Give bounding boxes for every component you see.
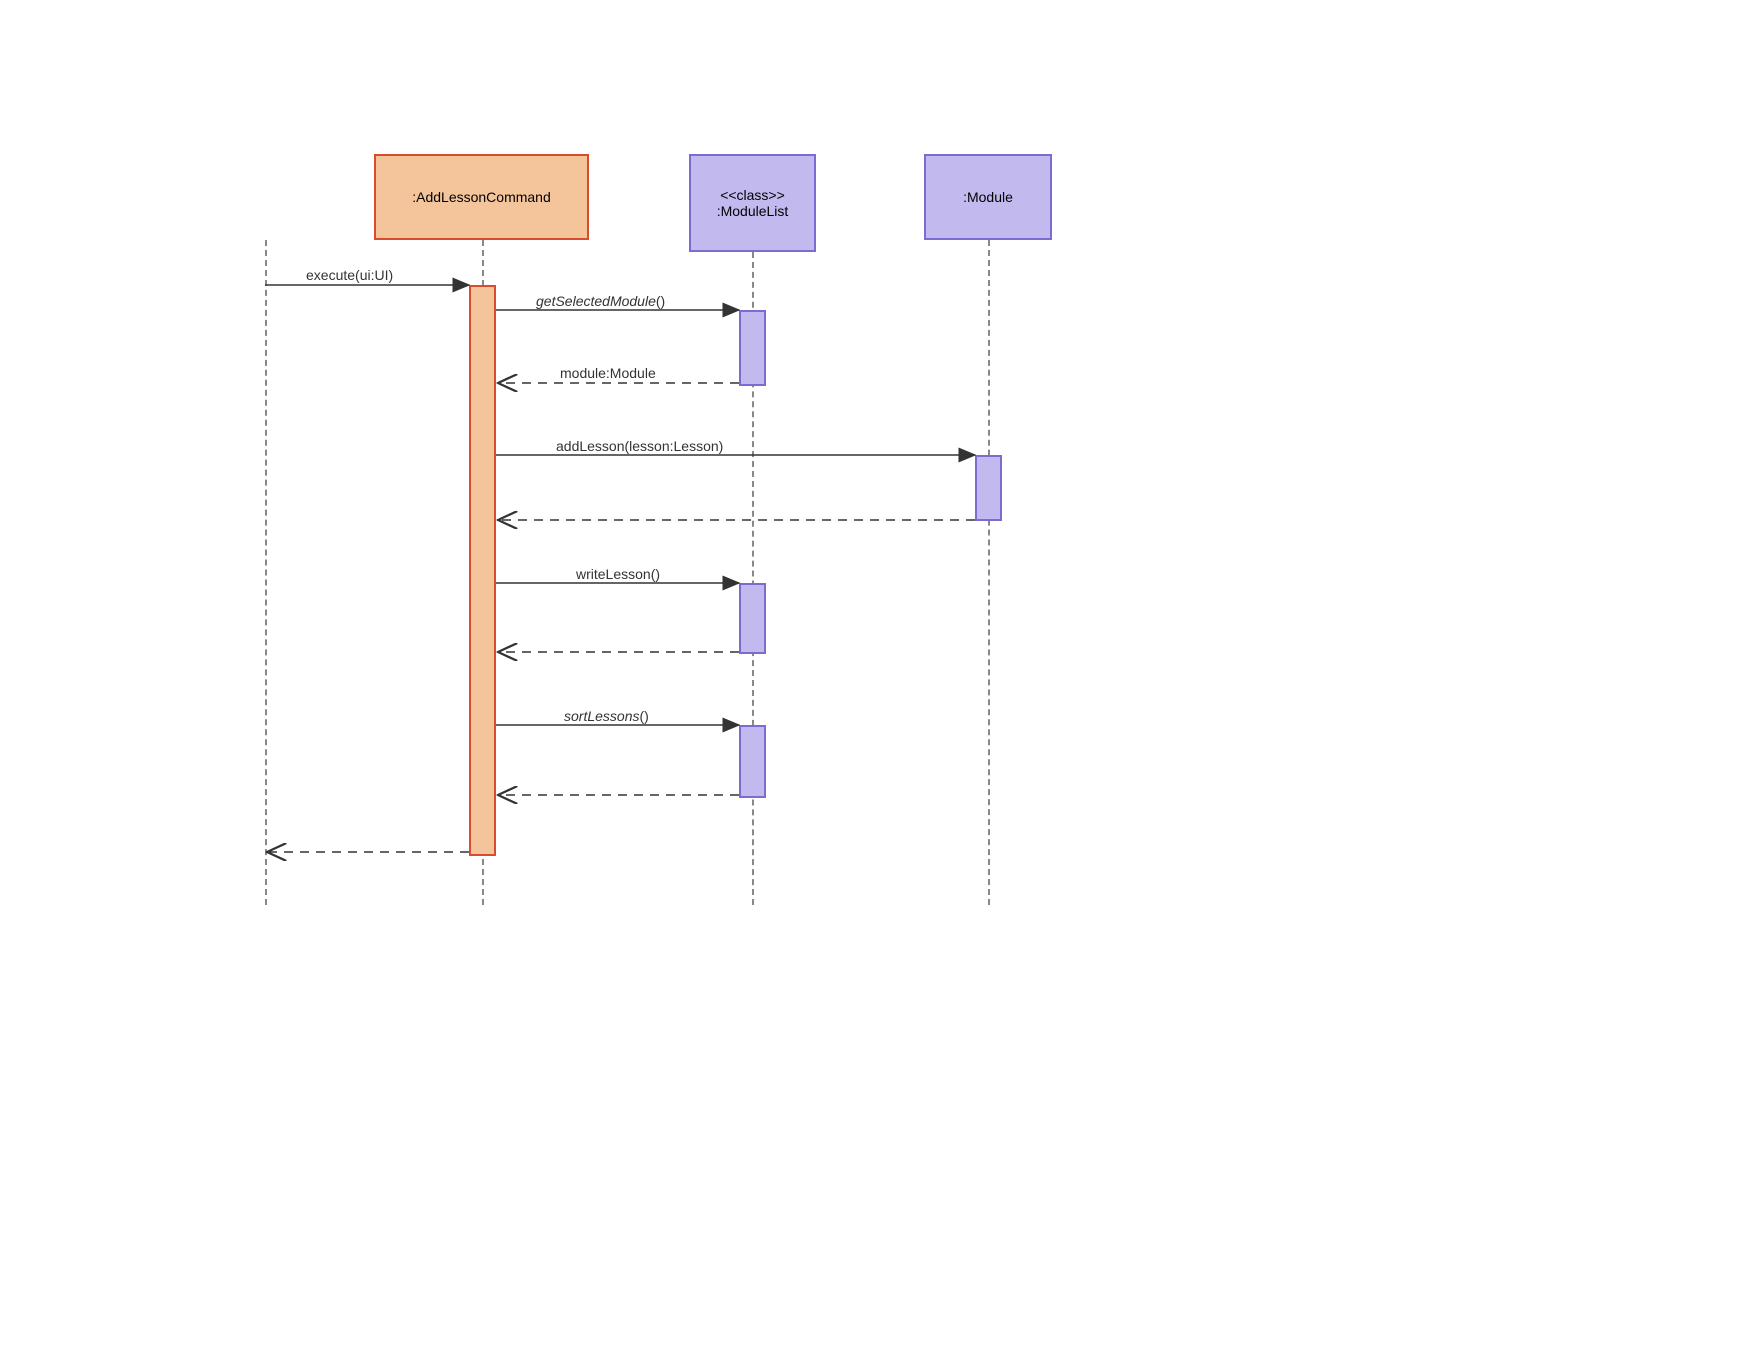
participant-label: :ModuleList — [717, 203, 789, 219]
activation-module — [975, 455, 1002, 521]
activation-add-lesson-command — [469, 285, 496, 856]
message-return-module: module:Module — [560, 365, 656, 381]
activation-module-list-2 — [739, 583, 766, 654]
participant-label: :Module — [963, 189, 1013, 205]
message-add-lesson: addLesson(lesson:Lesson) — [556, 438, 723, 454]
participant-stereotype: <<class>> — [720, 187, 785, 203]
activation-module-list-3 — [739, 725, 766, 798]
participant-label: :AddLessonCommand — [412, 189, 551, 205]
message-sort-lessons: sortLessons() — [564, 708, 649, 724]
msg-text: writeLesson() — [576, 566, 660, 582]
arrows-layer — [0, 0, 1760, 1360]
msg-text-italic: sortLessons — [564, 708, 639, 724]
participant-module-list: <<class>> :ModuleList — [689, 154, 816, 252]
sequence-diagram-canvas: :AddLessonCommand <<class>> :ModuleList … — [0, 0, 1760, 1360]
lifeline-module — [988, 240, 990, 905]
msg-text: module:Module — [560, 365, 656, 381]
message-get-selected-module: getSelectedModule() — [536, 293, 665, 309]
message-execute: execute(ui:UI) — [306, 267, 393, 283]
msg-text: addLesson(lesson:Lesson) — [556, 438, 723, 454]
message-write-lesson: writeLesson() — [576, 566, 660, 582]
msg-text: execute(ui:UI) — [306, 267, 393, 283]
lifeline-caller — [265, 240, 267, 905]
msg-text-italic: getSelectedModule — [536, 293, 656, 309]
msg-text-parens: () — [639, 708, 648, 724]
msg-text-parens: () — [656, 293, 665, 309]
participant-module: :Module — [924, 154, 1052, 240]
activation-module-list-1 — [739, 310, 766, 386]
participant-add-lesson-command: :AddLessonCommand — [374, 154, 589, 240]
